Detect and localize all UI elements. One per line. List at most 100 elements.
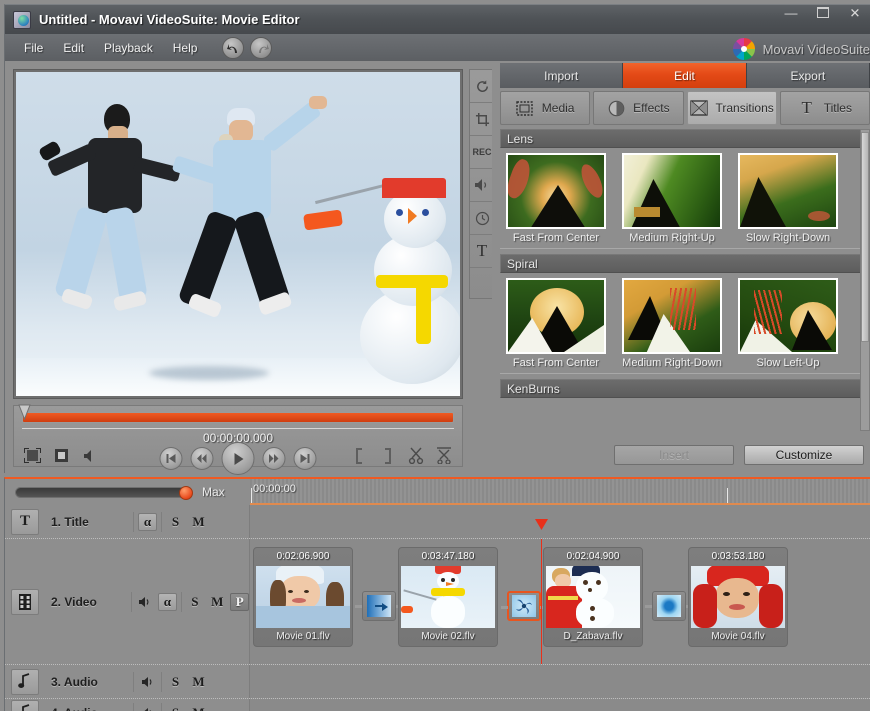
transitions-x-icon bbox=[689, 99, 708, 117]
menu-item-help[interactable]: Help bbox=[164, 38, 207, 58]
mute-toggle[interactable]: M bbox=[189, 704, 208, 711]
thumb-spiral-fast-from-center bbox=[506, 278, 606, 354]
transition-item-lens-medium-right-up[interactable]: Medium Right-Up bbox=[622, 153, 722, 244]
seek-track[interactable] bbox=[22, 412, 454, 423]
transition-circle[interactable] bbox=[645, 591, 693, 621]
tab-export[interactable]: Export bbox=[746, 63, 870, 88]
titles-t-icon[interactable]: T bbox=[470, 235, 494, 268]
divider bbox=[133, 702, 134, 711]
play-button[interactable] bbox=[221, 442, 255, 475]
timeline-clip-movie-01[interactable]: 0:02:06.900 Movie 01.flv bbox=[253, 547, 353, 647]
alpha-toggle[interactable]: α bbox=[158, 592, 177, 611]
zoom-slider[interactable] bbox=[15, 485, 193, 500]
tab-media[interactable]: Media bbox=[500, 91, 591, 125]
timeline-clip-d-zabava[interactable]: 0:02:04.900 D_Zabava.flv bbox=[543, 547, 643, 647]
track-body-title[interactable] bbox=[250, 505, 870, 538]
timeline-ruler[interactable]: 00:00:00 bbox=[250, 479, 870, 505]
transitions-scrollbar[interactable] bbox=[860, 129, 870, 431]
redo-button[interactable] bbox=[250, 36, 273, 59]
solo-toggle[interactable]: S bbox=[166, 704, 185, 711]
video-preview-frame[interactable] bbox=[13, 69, 463, 399]
rotate-icon[interactable] bbox=[470, 70, 494, 103]
timeline-clip-movie-02[interactable]: 0:03:47.180 Movie 02.flv bbox=[398, 547, 498, 647]
solo-toggle[interactable]: S bbox=[166, 673, 185, 691]
divider bbox=[161, 511, 162, 532]
mute-icon[interactable] bbox=[82, 447, 99, 464]
crop-icon[interactable] bbox=[470, 103, 494, 136]
track-body-audio-3[interactable] bbox=[250, 665, 870, 698]
thumb-label: Slow Right-Down bbox=[745, 232, 831, 244]
group-header-spiral[interactable]: Spiral bbox=[500, 254, 864, 273]
undo-button[interactable] bbox=[222, 36, 245, 59]
transition-fade-right[interactable] bbox=[355, 591, 403, 621]
scrollbar-thumb[interactable] bbox=[861, 132, 869, 342]
timeline-clip-movie-04[interactable]: 0:03:53.180 Movie 04.flv bbox=[688, 547, 788, 647]
timer-icon[interactable] bbox=[470, 202, 494, 235]
group-header-kenburns[interactable]: KenBurns bbox=[500, 379, 864, 398]
menu-item-file[interactable]: File bbox=[15, 38, 52, 58]
transition-item-spiral-slow-left-up[interactable]: Slow Left-Up bbox=[738, 278, 838, 369]
solo-toggle[interactable]: S bbox=[166, 513, 185, 531]
transport-controls bbox=[159, 442, 317, 475]
seek-handle[interactable] bbox=[18, 404, 31, 421]
track-header-audio-4[interactable]: 4. Audio S M bbox=[5, 699, 250, 711]
zoom-slider-knob[interactable] bbox=[179, 485, 193, 500]
preview-toggle[interactable]: P bbox=[230, 592, 249, 611]
solo-toggle[interactable]: S bbox=[186, 593, 204, 611]
volume-icon[interactable] bbox=[470, 169, 494, 202]
transition-item-lens-slow-right-down[interactable]: Slow Right-Down bbox=[738, 153, 838, 244]
customize-button[interactable]: Customize bbox=[744, 445, 864, 465]
cut-button[interactable] bbox=[407, 447, 424, 464]
track-body-video[interactable]: 0:02:06.900 Movie 01.flv 0:03:47.180 Mov… bbox=[250, 519, 870, 664]
seek-bar[interactable] bbox=[18, 404, 454, 424]
menu-item-playback[interactable]: Playback bbox=[95, 38, 162, 58]
maximize-button[interactable] bbox=[812, 4, 834, 22]
split-button[interactable] bbox=[435, 447, 452, 464]
tab-effects-label: Effects bbox=[633, 101, 670, 115]
window-controls: — ✕ bbox=[780, 4, 866, 22]
tab-titles[interactable]: T Titles bbox=[779, 91, 870, 125]
alpha-toggle[interactable]: α bbox=[138, 512, 157, 531]
mark-out-button[interactable] bbox=[379, 447, 396, 464]
track-header-audio-3[interactable]: 3. Audio S M bbox=[5, 665, 250, 698]
thumb-lens-medium-right-up bbox=[622, 153, 722, 229]
tab-transitions[interactable]: Transitions bbox=[686, 91, 777, 125]
group-header-lens[interactable]: Lens bbox=[500, 129, 864, 148]
insert-button[interactable]: Insert bbox=[614, 445, 734, 465]
track-header-video[interactable]: 2. Video α S M P bbox=[5, 539, 250, 664]
tab-import[interactable]: Import bbox=[500, 63, 624, 88]
track-body-audio-4[interactable] bbox=[250, 699, 870, 711]
clip-filename: Movie 02.flv bbox=[421, 631, 475, 642]
timeline-panel: Max 00:00:00 T 1. Title α S M 2. Video α… bbox=[4, 477, 870, 711]
transition-item-spiral-medium-right-down[interactable]: Medium Right-Down bbox=[622, 278, 722, 369]
divider bbox=[180, 591, 182, 612]
audio-toggle[interactable] bbox=[138, 704, 157, 711]
menu-item-edit[interactable]: Edit bbox=[54, 38, 93, 58]
mute-toggle[interactable]: M bbox=[189, 513, 208, 531]
tab-media-label: Media bbox=[541, 101, 575, 115]
single-frame-icon[interactable] bbox=[53, 447, 70, 464]
fullscreen-icon[interactable] bbox=[24, 447, 41, 464]
mark-in-button[interactable] bbox=[351, 447, 368, 464]
fast-forward-button[interactable] bbox=[262, 447, 286, 470]
mute-toggle[interactable]: M bbox=[189, 673, 208, 691]
skip-back-button[interactable] bbox=[159, 447, 183, 470]
rewind-button[interactable] bbox=[190, 447, 214, 470]
track-audio-4: 4. Audio S M bbox=[5, 699, 870, 711]
transition-spiral-selected[interactable] bbox=[501, 591, 547, 621]
skip-forward-button[interactable] bbox=[293, 447, 317, 470]
tab-effects[interactable]: Effects bbox=[593, 91, 684, 125]
audio-toggle[interactable] bbox=[138, 673, 157, 691]
track-header-title[interactable]: T 1. Title α S M bbox=[5, 505, 250, 538]
close-button[interactable]: ✕ bbox=[844, 4, 866, 22]
mute-toggle[interactable]: M bbox=[208, 593, 226, 611]
timeline-playhead[interactable] bbox=[535, 519, 548, 664]
record-icon[interactable]: REC bbox=[470, 136, 494, 169]
zoom-level-label: Max bbox=[202, 485, 225, 499]
tab-edit[interactable]: Edit bbox=[623, 63, 747, 88]
transition-item-lens-fast-from-center[interactable]: Fast From Center bbox=[506, 153, 606, 244]
audio-toggle[interactable] bbox=[136, 593, 154, 611]
transition-item-spiral-fast-from-center[interactable]: Fast From Center bbox=[506, 278, 606, 369]
thumb-spiral-medium-right-down bbox=[622, 278, 722, 354]
minimize-button[interactable]: — bbox=[780, 4, 802, 22]
